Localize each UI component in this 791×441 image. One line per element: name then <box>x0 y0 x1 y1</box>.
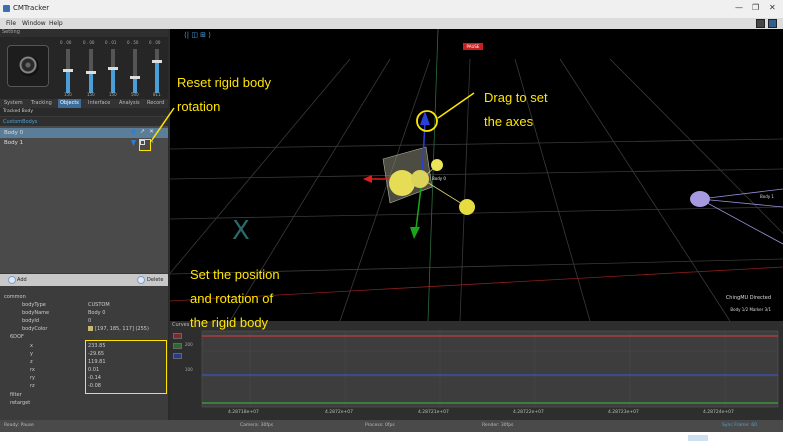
annotation-drag: Drag to set the axes <box>484 86 548 134</box>
annotation-line: and rotation of <box>190 291 274 306</box>
annotation-line: the axes <box>484 114 534 129</box>
corner-chip <box>688 435 708 441</box>
sixdof-highlight <box>85 340 167 394</box>
annotation-line: rotation <box>177 99 221 114</box>
annotation-line: Reset rigid body <box>177 75 271 90</box>
annotation-position: Set the position and rotation of the rig… <box>190 263 280 335</box>
annotation-reset: Reset rigid body rotation <box>177 71 271 119</box>
annotation-line: Set the position <box>190 267 280 282</box>
annotation-line: the rigid body <box>190 315 269 330</box>
annotation-line: Drag to set <box>484 90 548 105</box>
cmtracker-app: CMTracker — ❐ ✕ File Window Help Setting… <box>0 0 783 432</box>
